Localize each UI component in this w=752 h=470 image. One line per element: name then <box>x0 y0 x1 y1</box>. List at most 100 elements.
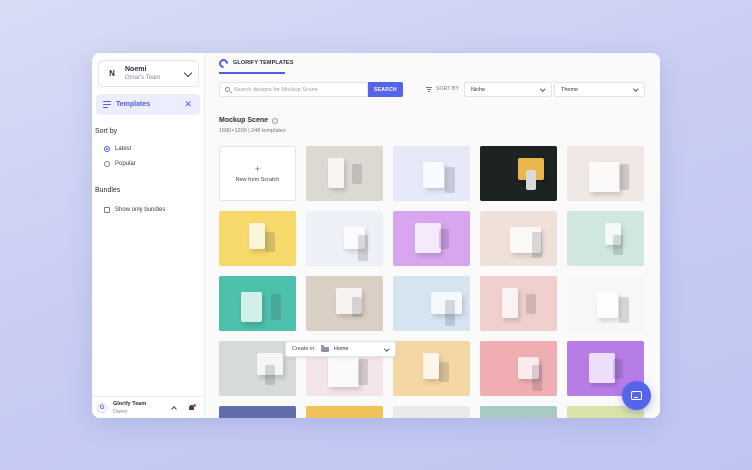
mockup-product-shape <box>439 229 449 249</box>
theme-select[interactable]: Theme <box>554 82 645 97</box>
mockup-product-shape <box>619 164 629 190</box>
search-button[interactable]: SEARCH <box>368 82 403 97</box>
mockup-product-shape <box>328 158 344 188</box>
template-thumbnail-milk-bottle-yellow[interactable] <box>219 211 296 266</box>
template-thumbnail-cosmetic-bottles-pink[interactable] <box>480 211 557 266</box>
team-subtitle: Omar's Team <box>125 74 161 81</box>
chevron-down-icon <box>539 86 545 92</box>
checkbox-label: Show only bundles <box>115 207 166 213</box>
search-icon <box>225 87 230 92</box>
template-thumbnail-brochures-pink[interactable] <box>480 341 557 396</box>
notification-dot <box>193 404 196 407</box>
section-title: Mockup Scene <box>219 117 269 124</box>
mockup-product-shape <box>526 170 536 190</box>
tab-glorify-templates[interactable]: GLORIFY TEMPLATES <box>217 53 294 73</box>
mockup-product-shape <box>445 300 455 326</box>
template-thumbnail-cosmetics-white[interactable] <box>567 276 644 331</box>
mockup-product-shape <box>241 292 262 322</box>
team-name: Noemi <box>125 65 147 73</box>
chevron-down-icon <box>632 86 638 92</box>
chat-support-button[interactable] <box>622 381 651 410</box>
template-thumbnail-hands-teal[interactable] <box>219 276 296 331</box>
footer-text: Glorify Team Owner <box>113 400 146 416</box>
niche-select[interactable]: Niche <box>464 82 552 97</box>
new-from-scratch-tile[interactable]: + New from Scratch <box>219 146 296 201</box>
create-in-label: Create in: <box>292 346 316 352</box>
template-thumbnail-row6-c[interactable] <box>393 406 470 418</box>
plus-icon: + <box>254 163 261 174</box>
search-box <box>219 82 368 97</box>
template-thumbnail-row6-b[interactable] <box>306 406 383 418</box>
template-thumbnail-phone-bottle-wave[interactable] <box>393 146 470 201</box>
mockup-product-shape <box>589 162 620 192</box>
sidebar: N Noemi Omar's Team Templates ✕ Sort by … <box>92 53 205 418</box>
team-switcher[interactable]: N Noemi Omar's Team <box>98 60 199 87</box>
checkbox-icon <box>104 207 110 213</box>
sort-option-latest[interactable]: Latest <box>104 146 131 152</box>
glorify-logo-icon <box>217 56 230 70</box>
search-input[interactable] <box>234 86 359 93</box>
team-avatar: N <box>109 69 115 78</box>
template-thumbnail-laptop-desk[interactable] <box>306 211 383 266</box>
mockup-product-shape <box>271 294 281 320</box>
template-thumbnail-wine-glasses-flowers[interactable] <box>567 146 644 201</box>
mockup-product-shape <box>265 232 275 252</box>
template-thumbnail-packaging-mug[interactable] <box>306 146 383 201</box>
template-thumbnail-pink-bag-boxes[interactable] <box>480 276 557 331</box>
sort-by-text: SORT BY <box>436 86 460 92</box>
template-thumbnail-wine-monitor[interactable] <box>306 276 383 331</box>
template-thumbnail-books-stack[interactable] <box>393 276 470 331</box>
mockup-product-shape <box>589 353 615 383</box>
chevron-down-icon <box>183 68 193 78</box>
bundles-title: Bundles <box>95 187 121 194</box>
radio-icon <box>104 146 110 152</box>
mockup-product-shape <box>358 359 368 385</box>
tab-label: GLORIFY TEMPLATES <box>233 60 294 66</box>
mockup-product-shape <box>439 362 449 382</box>
sort-icon <box>426 86 432 92</box>
create-in-value: Home <box>333 346 349 352</box>
template-thumbnail-row6-d[interactable] <box>480 406 557 418</box>
mockup-product-shape <box>415 223 441 253</box>
niche-select-value: Niche <box>471 86 486 93</box>
footer-role: Owner <box>113 408 128 415</box>
template-thumbnail-juice-bottles-mint[interactable] <box>567 211 644 266</box>
close-icon[interactable]: ✕ <box>184 100 192 109</box>
radio-icon <box>104 161 110 167</box>
bell-icon[interactable] <box>188 404 196 411</box>
footer-team-name: Glorify Team <box>113 400 147 407</box>
mockup-product-shape <box>328 357 359 387</box>
create-in-select[interactable]: Create in: Home <box>285 341 396 357</box>
mockup-product-shape <box>358 235 368 261</box>
chevron-down-icon <box>383 346 389 352</box>
show-only-bundles-checkbox[interactable]: Show only bundles <box>104 207 165 213</box>
sort-by-label: SORT BY <box>426 86 459 92</box>
glorify-logo-icon: G <box>97 402 107 413</box>
template-thumbnail-magazine-orange[interactable] <box>393 341 470 396</box>
mockup-product-shape <box>619 297 629 323</box>
info-icon[interactable]: i <box>272 117 279 124</box>
sidebar-item-templates[interactable]: Templates ✕ <box>96 94 200 115</box>
sort-by-title: Sort by <box>95 128 118 135</box>
template-thumbnail-water-bottle-purple[interactable] <box>393 211 470 266</box>
mockup-product-shape <box>352 164 362 184</box>
template-thumbnail-bottles-flatlay-dark[interactable] <box>480 146 557 201</box>
sort-option-label: Latest <box>115 146 132 152</box>
mockup-product-shape <box>532 365 542 391</box>
chat-icon <box>631 391 642 400</box>
mockup-product-shape <box>597 292 618 318</box>
template-thumbnail-row6-a[interactable] <box>219 406 296 418</box>
mockup-product-shape <box>613 359 623 379</box>
theme-select-value: Theme <box>561 86 579 93</box>
mockup-product-shape <box>502 288 518 318</box>
active-tab-indicator <box>219 72 285 74</box>
mockup-product-shape <box>532 232 542 258</box>
account-footer[interactable]: G Glorify Team Owner <box>92 396 205 418</box>
templates-icon <box>103 101 111 109</box>
folder-icon <box>320 345 329 352</box>
mockup-product-shape <box>445 167 455 193</box>
chevron-up-icon[interactable] <box>171 406 177 412</box>
app-window: N Noemi Omar's Team Templates ✕ Sort by … <box>92 53 660 418</box>
mockup-product-shape <box>265 365 275 385</box>
sort-option-popular[interactable]: Popular <box>104 161 136 167</box>
